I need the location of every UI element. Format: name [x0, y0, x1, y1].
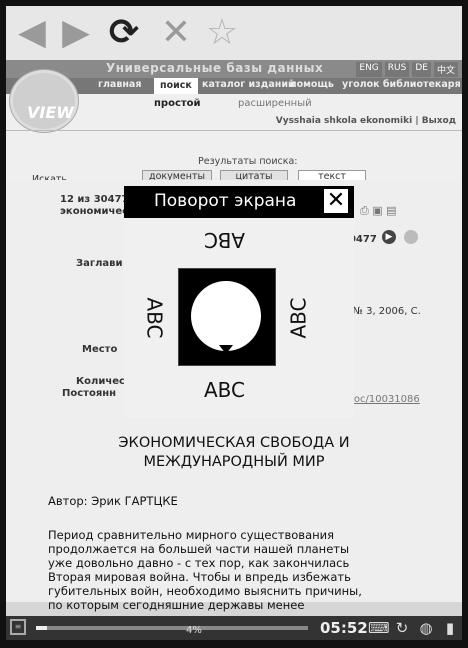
rotate-option-180[interactable]: ABC: [204, 228, 245, 252]
browser-toolbar: ◀ ▶ ⟳ ✕ ☆: [6, 6, 462, 60]
lang-eng[interactable]: ENG: [356, 62, 382, 77]
lang-rus[interactable]: RUS: [384, 62, 410, 77]
site-banner: Универсальные базы данных ENG RUS DE 中文: [6, 60, 462, 78]
site-header: Универсальные базы данных ENG RUS DE 中文 …: [6, 60, 462, 185]
lang-de[interactable]: DE: [412, 62, 431, 77]
field-quantity: Количес: [76, 376, 125, 387]
site-logo: VIEW: [10, 70, 78, 132]
article-author: Автор: Эрик ГАРТЦКЕ: [48, 494, 178, 508]
rotate-icon[interactable]: ↻: [392, 618, 412, 638]
site-title: Универсальные базы данных: [106, 61, 324, 75]
close-icon[interactable]: ✕: [324, 189, 348, 213]
reading-progress: 4%: [36, 625, 308, 636]
nav-librarian[interactable]: уголок библиотекаря: [342, 79, 461, 90]
nav-catalog[interactable]: каталог изданий: [202, 79, 295, 90]
article-title: ЭКОНОМИЧЕСКАЯ СВОБОДА И МЕЖДУНАРОДНЫЙ МИ…: [118, 435, 350, 470]
user-logout[interactable]: Vysshaia shkola ekonomiki | Выход: [276, 116, 456, 126]
web-icon[interactable]: ◍: [416, 618, 436, 638]
status-bar: ≡ 4% 05:52 ⌨ ↻ ◍ ▮: [6, 616, 462, 640]
rotate-dialog-header: Поворот экрана ✕: [124, 186, 354, 218]
nav-search[interactable]: поиск: [154, 78, 198, 94]
stop-icon[interactable]: ✕: [156, 14, 196, 52]
nav-home[interactable]: главная: [98, 79, 141, 90]
dialog-title: Поворот экрана: [154, 191, 297, 211]
keyboard-icon[interactable]: ⌨: [368, 618, 390, 638]
rotate-option-left[interactable]: ABC: [143, 297, 167, 338]
star-icon[interactable]: ☆: [202, 14, 242, 52]
reload-icon[interactable]: ⟳: [104, 14, 144, 52]
logo-text: VIEW: [27, 103, 74, 122]
field-title: Заглави: [76, 258, 123, 269]
language-switcher: ENG RUS DE 中文: [356, 62, 458, 77]
dial-pointer-icon: [219, 345, 233, 354]
menu-icon[interactable]: ≡: [10, 619, 26, 635]
result-count-sub: экономичес: [60, 206, 129, 217]
subnav-simple[interactable]: простой: [154, 98, 201, 109]
subnav-extended[interactable]: расширенный: [238, 98, 312, 109]
progress-percent: 4%: [186, 625, 202, 636]
rotate-option-normal[interactable]: ABC: [204, 378, 245, 402]
rotation-dial[interactable]: [178, 268, 276, 366]
back-arrow-icon[interactable]: ◀: [12, 14, 52, 52]
divider: [6, 130, 462, 131]
field-place: Место: [82, 344, 118, 355]
dial-circle: [191, 281, 261, 351]
result-count: 12 из 30477: [60, 194, 129, 205]
clock: 05:52: [320, 619, 368, 637]
device-screen: ◀ ▶ ⟳ ✕ ☆ Универсальные базы данных ENG …: [6, 6, 462, 640]
article-body: Период сравнительно мирного существовани…: [48, 528, 362, 612]
battery-icon: ▮: [445, 619, 455, 637]
rotate-option-right[interactable]: ABC: [287, 297, 311, 338]
results-caption: Результаты поиска:: [198, 156, 298, 167]
print-save-icons[interactable]: ⎙ ▣ ▤: [360, 204, 397, 218]
progress-fill: [36, 626, 47, 630]
circle-icon[interactable]: [404, 230, 418, 244]
lang-cn[interactable]: 中文: [433, 62, 458, 77]
nav-help[interactable]: помощь: [290, 79, 334, 90]
next-arrow-icon[interactable]: ▶: [382, 230, 396, 244]
field-permalink: Постоянн: [62, 388, 117, 399]
forward-arrow-icon[interactable]: ▶: [56, 14, 96, 52]
